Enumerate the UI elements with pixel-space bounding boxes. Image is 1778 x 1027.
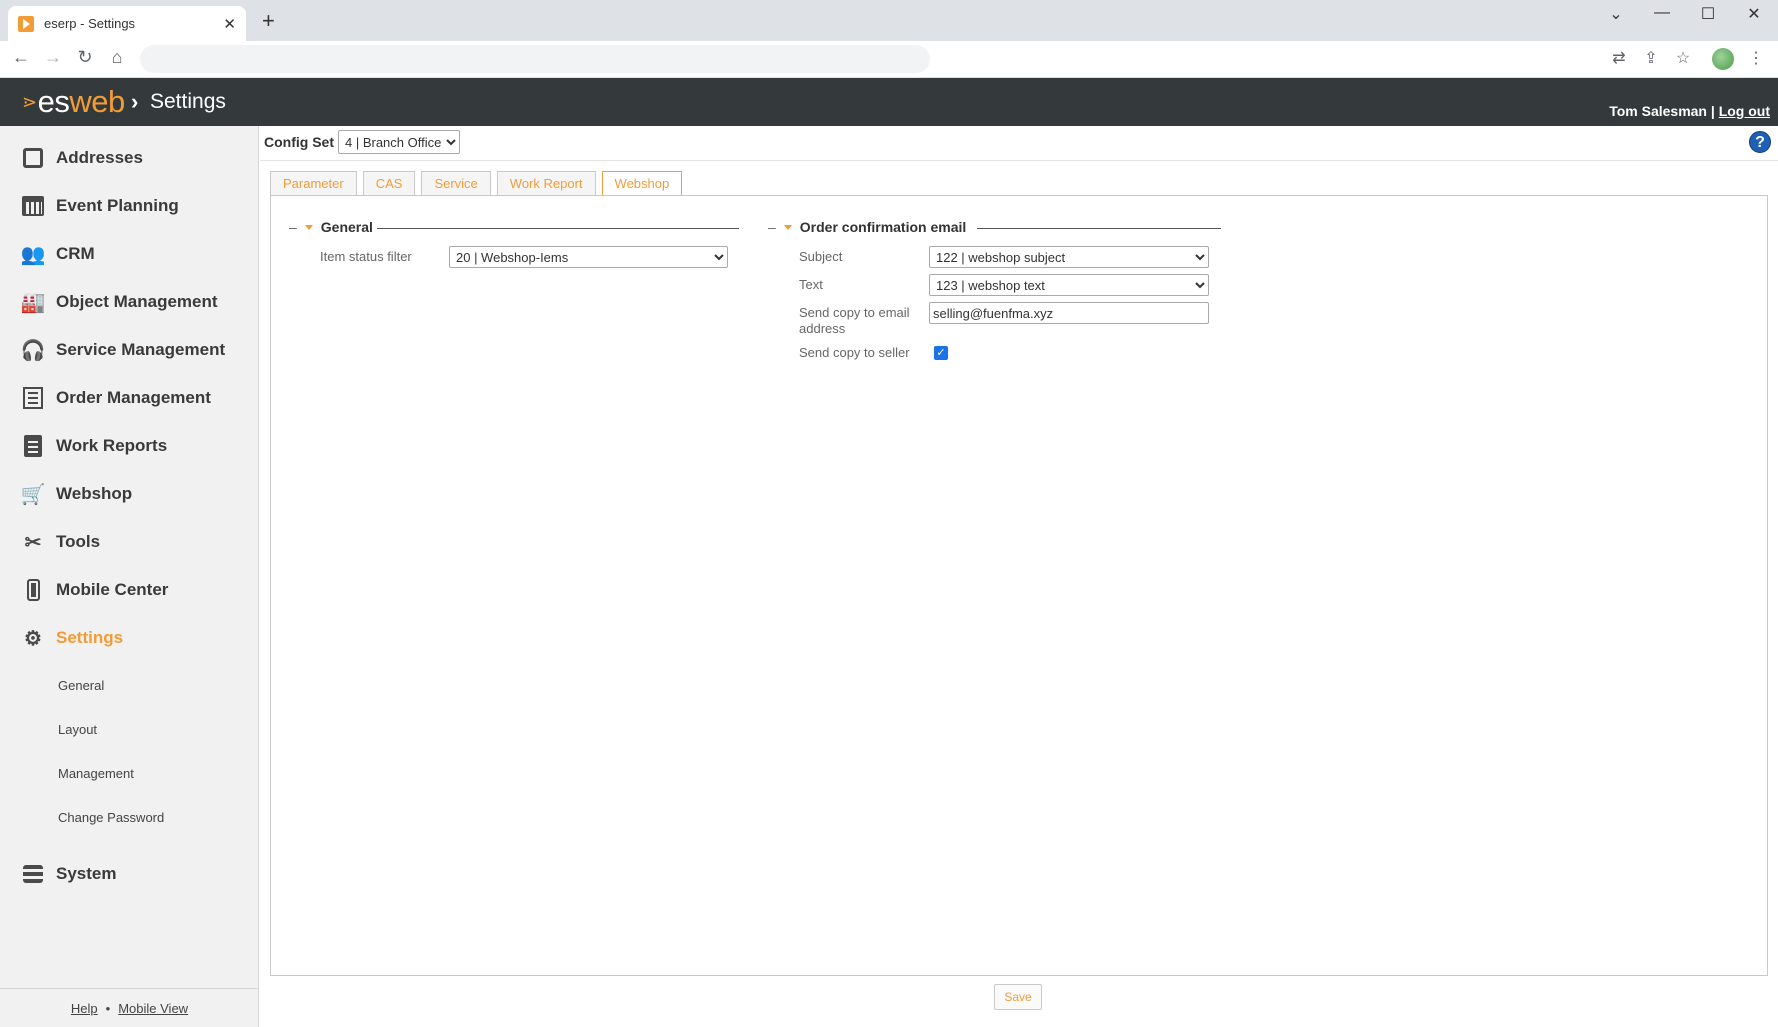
close-window-button[interactable]: ✕ (1734, 4, 1774, 24)
send-copy-seller-label: Send copy to seller (799, 345, 910, 360)
mobile-icon (20, 578, 46, 602)
close-tab-icon[interactable]: ✕ (223, 15, 236, 33)
tab-search-icon[interactable]: ⌄ (1596, 4, 1636, 24)
sidebar: Addresses Event Planning 👥 CRM 🏭 Object … (0, 126, 259, 1027)
sidebar-subitem-layout[interactable]: Layout (58, 722, 97, 737)
sidebar-item-webshop[interactable]: 🛒 Webshop (20, 479, 133, 509)
profile-avatar[interactable] (1712, 48, 1734, 70)
send-copy-seller-checkbox[interactable]: ✓ (934, 346, 948, 360)
back-arrow-icon[interactable]: ← (9, 47, 33, 68)
tab-service[interactable]: Service (421, 171, 491, 196)
help-icon[interactable]: ? (1749, 131, 1771, 153)
gear-icon: ⚙ (24, 627, 42, 650)
bookmark-star-icon[interactable]: ☆ (1672, 48, 1694, 68)
sidebar-item-crm[interactable]: 👥 CRM (20, 239, 95, 269)
order-email-section-header[interactable]: – Order confirmation email (768, 219, 966, 235)
general-section-header[interactable]: – General (289, 219, 373, 235)
sidebar-subitem-change-password[interactable]: Change Password (58, 810, 164, 825)
browser-tab-strip: eserp - Settings ✕ + ⌄ — ☐ ✕ (0, 0, 1778, 41)
list-icon (20, 386, 46, 410)
browser-menu-icon[interactable]: ⋮ (1745, 48, 1767, 68)
esweb-logo[interactable]: ⋗esweb (22, 84, 125, 120)
section-divider (377, 228, 739, 229)
collapse-dash-icon: – (768, 219, 776, 235)
sidebar-item-addresses[interactable]: Addresses (20, 143, 143, 173)
sidebar-item-mobile-center[interactable]: Mobile Center (20, 575, 168, 605)
user-area: Tom Salesman | Log out (1609, 103, 1770, 119)
share-icon[interactable]: ⇪ (1640, 48, 1662, 68)
sidebar-item-service-management[interactable]: 🎧 Service Management (20, 335, 226, 365)
browser-tab[interactable]: eserp - Settings ✕ (8, 6, 246, 41)
tab-parameter[interactable]: Parameter (270, 171, 357, 196)
sidebar-item-object-management[interactable]: 🏭 Object Management (20, 287, 218, 317)
sidebar-subitem-management[interactable]: Management (58, 766, 134, 781)
send-copy-email-label: Send copy to email address (799, 305, 910, 336)
sidebar-item-tools[interactable]: ✂ Tools (20, 527, 100, 557)
mobile-view-link[interactable]: Mobile View (118, 1001, 188, 1016)
text-label: Text (799, 277, 823, 292)
tools-icon: ✂ (24, 531, 42, 554)
tab-work-report[interactable]: Work Report (496, 171, 596, 196)
users-icon: 👥 (20, 243, 46, 266)
cart-icon: 🛒 (20, 483, 46, 506)
minimize-button[interactable]: — (1642, 4, 1682, 22)
item-status-filter-label: Item status filter (320, 249, 412, 264)
sidebar-item-order-management[interactable]: Order Management (20, 383, 211, 413)
order-email-section-title: Order confirmation email (799, 219, 967, 235)
clipboard-icon (20, 434, 46, 458)
user-divider: | (1710, 103, 1715, 119)
browser-toolbar: ← → ↻ ⌂ ⇄ ⇪ ☆ ⋮ (0, 41, 1778, 78)
address-bar[interactable] (140, 45, 930, 73)
breadcrumb-chevron-icon: › (131, 89, 139, 114)
subject-label: Subject (799, 249, 843, 264)
collapse-triangle-icon (304, 224, 313, 230)
headset-icon: 🎧 (20, 339, 46, 362)
config-set-label: Config Set (264, 134, 334, 150)
server-icon (20, 862, 46, 886)
tab-cas[interactable]: CAS (362, 171, 416, 196)
tab-webshop[interactable]: Webshop (601, 171, 683, 197)
calendar-icon (20, 194, 46, 218)
collapse-triangle-icon (783, 224, 792, 230)
sidebar-subitem-general[interactable]: General (58, 678, 104, 693)
forward-arrow-icon[interactable]: → (41, 47, 65, 68)
footer-separator: • (105, 1000, 111, 1016)
sidebar-item-settings[interactable]: ⚙ Settings (20, 623, 123, 653)
address-book-icon (20, 146, 46, 170)
new-tab-button[interactable]: + (262, 8, 275, 34)
logo-arrow-icon: ⋗ (22, 92, 37, 112)
home-icon[interactable]: ⌂ (105, 47, 129, 68)
page-title: Settings (150, 90, 226, 113)
reload-icon[interactable]: ↻ (73, 47, 97, 68)
item-status-filter-select[interactable]: 20 | Webshop-Iems (449, 246, 728, 268)
app-header: ⋗esweb › Settings Tom Salesman | Log out (0, 78, 1778, 126)
send-copy-email-input[interactable] (929, 302, 1209, 324)
favicon-icon (18, 15, 34, 32)
config-set-select[interactable]: 4 | Branch Office (338, 130, 460, 154)
save-button[interactable]: Save (994, 984, 1042, 1010)
help-link[interactable]: Help (71, 1001, 98, 1016)
sidebar-item-system[interactable]: System (20, 859, 116, 889)
logout-link[interactable]: Log out (1719, 103, 1770, 119)
sidebar-item-event-planning[interactable]: Event Planning (20, 191, 179, 221)
browser-tab-title: eserp - Settings (44, 16, 136, 31)
sidebar-footer: Help • Mobile View (0, 988, 259, 1027)
sidebar-item-work-reports[interactable]: Work Reports (20, 431, 167, 461)
config-set-row: Config Set 4 | Branch Office (264, 130, 460, 154)
text-select[interactable]: 123 | webshop text (929, 274, 1209, 296)
user-name: Tom Salesman (1609, 103, 1707, 119)
section-divider (977, 228, 1221, 229)
collapse-dash-icon: – (289, 219, 297, 235)
subject-select[interactable]: 122 | webshop subject (929, 246, 1209, 268)
divider (260, 160, 1778, 161)
maximize-button[interactable]: ☐ (1688, 4, 1728, 24)
general-section-title: General (320, 219, 373, 235)
settings-tabs: Parameter CAS Service Work Report Websho… (270, 171, 688, 197)
translate-icon[interactable]: ⇄ (1608, 48, 1630, 68)
webshop-settings-panel: – General Item status filter 20 | Websho… (270, 195, 1768, 976)
factory-icon: 🏭 (20, 291, 46, 314)
